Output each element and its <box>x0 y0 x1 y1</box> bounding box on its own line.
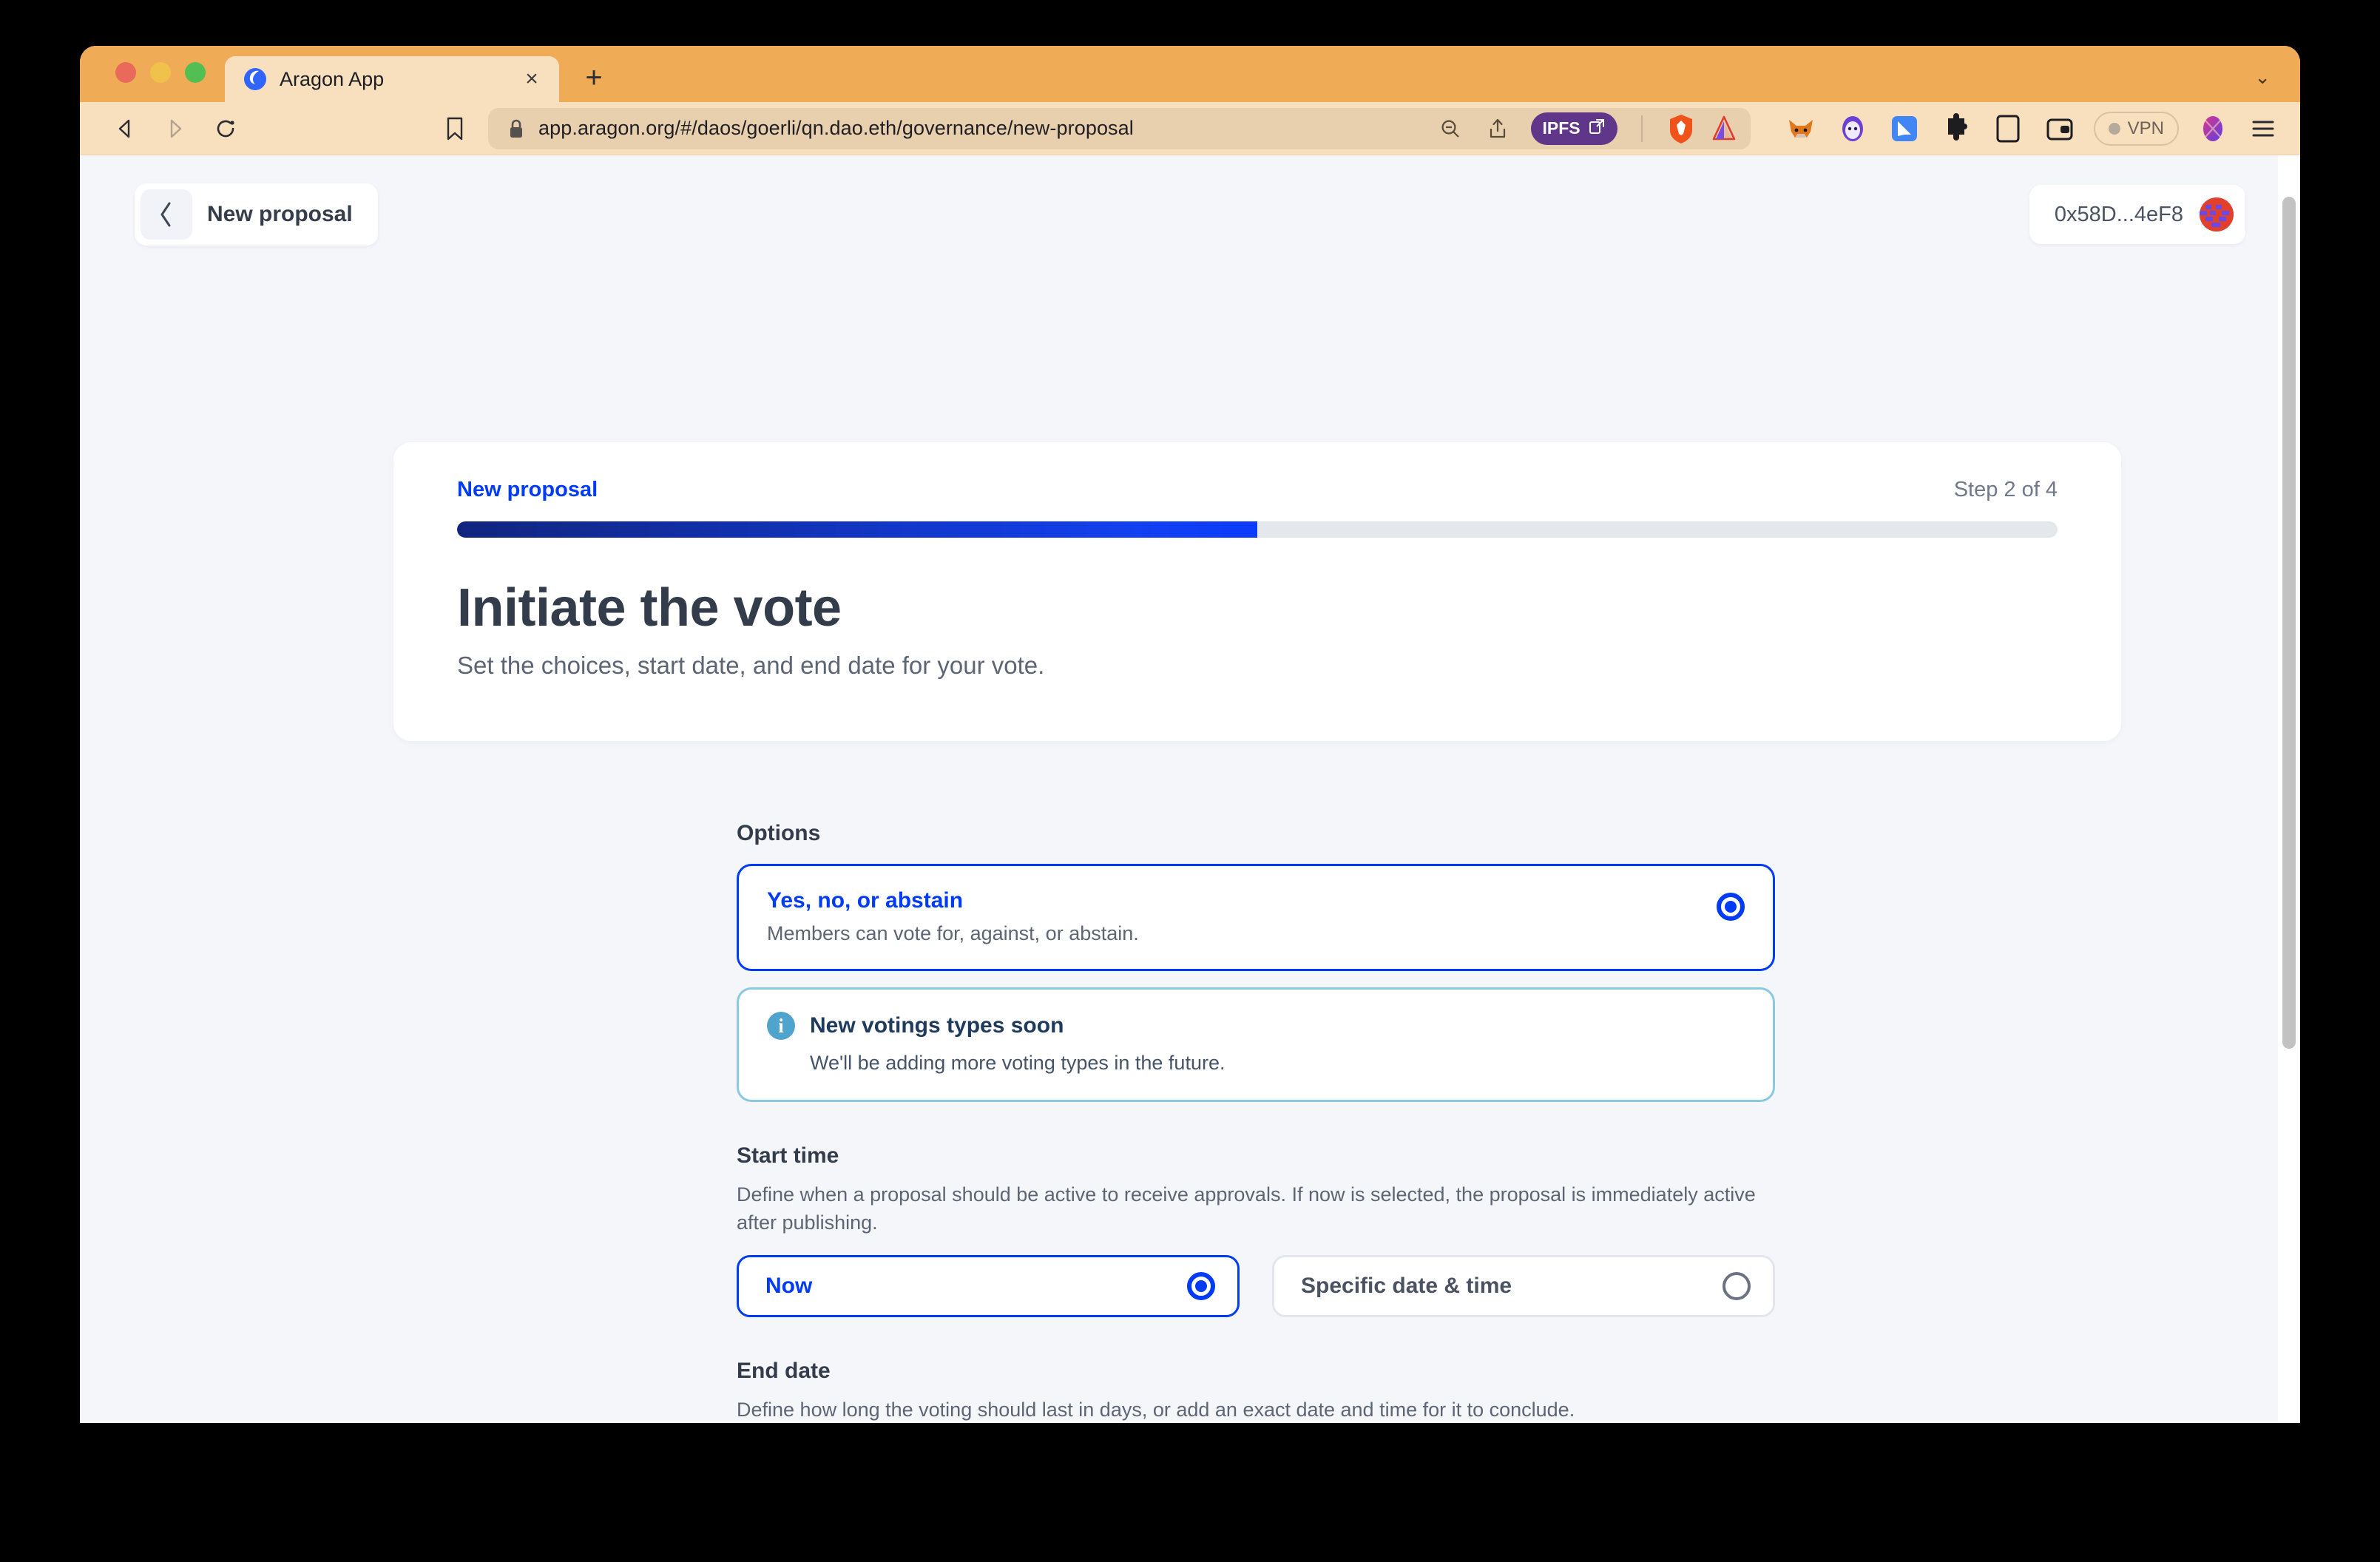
lock-icon <box>507 118 525 140</box>
external-link-icon <box>1588 118 1606 140</box>
wallet-blockie-avatar <box>2200 197 2234 231</box>
browser-extensions: VPN <box>1783 111 2279 146</box>
start-time-option-now[interactable]: Now <box>737 1254 1240 1317</box>
progress-bar-track <box>457 521 2058 538</box>
ipfs-label: IPFS <box>1542 118 1581 138</box>
start-time-specific-label: Specific date & time <box>1301 1273 1512 1298</box>
browser-tab-title: Aragon App <box>280 67 385 90</box>
app-header-bar: New proposal 0x58D...4eF8 <box>80 155 2300 274</box>
profile-avatar[interactable] <box>2195 111 2231 146</box>
start-time-now-radio[interactable] <box>1187 1271 1215 1300</box>
close-window-button[interactable] <box>115 62 136 83</box>
metamask-extension-icon[interactable] <box>1783 111 1819 146</box>
new-tab-button[interactable]: + <box>578 62 609 93</box>
start-time-section: Start time Define when a proposal should… <box>737 1143 1775 1317</box>
options-section: Options Yes, no, or abstain Members can … <box>737 821 1775 1102</box>
brave-rewards-icon[interactable] <box>1709 112 1739 145</box>
sidebar-toggle-icon[interactable] <box>1990 111 2026 146</box>
proposal-vote-form: Options Yes, no, or abstain Members can … <box>737 821 1775 1421</box>
page-scrollbar[interactable] <box>2278 155 2300 1421</box>
window-traffic-lights <box>80 62 225 102</box>
options-label: Options <box>737 821 821 845</box>
tab-strip: Aragon App × + ⌄ <box>80 46 2300 102</box>
page-subtitle: Set the choices, start date, and end dat… <box>457 652 1045 679</box>
url-text: app.aragon.org/#/daos/goerli/qn.dao.eth/… <box>538 117 1134 139</box>
start-time-option-specific[interactable]: Specific date & time <box>1272 1254 1775 1317</box>
url-bar[interactable]: app.aragon.org/#/daos/goerli/qn.dao.eth/… <box>488 107 1751 149</box>
page-viewport: New proposal 0x58D...4eF8 New proposal S… <box>80 155 2300 1421</box>
option-title: Yes, no, or abstain <box>767 888 964 913</box>
vpn-status-dot <box>2108 122 2120 135</box>
start-time-toggle-row: Now Specific date & time <box>737 1254 1775 1317</box>
start-time-help: Define when a proposal should be active … <box>737 1183 1756 1234</box>
end-date-help: Define how long the voting should last i… <box>737 1398 1575 1421</box>
alert-description: We'll be adding more voting types in the… <box>810 1052 1226 1074</box>
reload-button[interactable] <box>206 109 246 149</box>
wallet-card-icon[interactable] <box>2042 111 2078 146</box>
chevron-left-icon[interactable] <box>141 189 192 240</box>
puzzle-extensions-icon[interactable] <box>1938 111 1974 146</box>
new-voting-types-alert: i New votings types soon We'll be adding… <box>737 987 1775 1102</box>
aragon-logo-icon <box>243 67 268 92</box>
browser-toolbar: app.aragon.org/#/daos/goerli/qn.dao.eth/… <box>80 102 2300 155</box>
info-icon: i <box>767 1012 795 1040</box>
rabby-extension-icon[interactable] <box>1835 111 1870 146</box>
start-time-specific-radio[interactable] <box>1723 1271 1751 1300</box>
end-date-section: End date Define how long the voting shou… <box>737 1359 1775 1421</box>
option-radio-yes-no-abstain[interactable] <box>1717 893 1745 921</box>
step-counter: Step 2 of 4 <box>1953 478 2058 501</box>
brave-shield-icon[interactable] <box>1666 112 1696 145</box>
vpn-label: VPN <box>2127 118 2164 138</box>
back-nav-label: New proposal <box>207 202 353 226</box>
maximize-window-button[interactable] <box>185 62 206 83</box>
wallet-extension-icon[interactable] <box>1887 111 1922 146</box>
browser-window: Aragon App × + ⌄ app.aragon.org/#/daos/g… <box>80 46 2300 1423</box>
bookmark-icon[interactable] <box>438 112 472 146</box>
wizard-name: New proposal <box>457 478 598 501</box>
zoom-out-icon[interactable] <box>1433 112 1467 146</box>
forward-button[interactable] <box>155 109 195 149</box>
hamburger-menu-icon[interactable] <box>2247 112 2279 145</box>
progress-bar-fill <box>457 521 1257 538</box>
back-button[interactable] <box>105 109 145 149</box>
start-time-label: Start time <box>737 1143 839 1168</box>
vpn-toggle[interactable]: VPN <box>2093 111 2179 146</box>
option-description: Members can vote for, against, or abstai… <box>767 922 1139 944</box>
back-to-new-proposal-button[interactable]: New proposal <box>135 183 378 246</box>
toolbar-divider <box>1640 115 1643 142</box>
ipfs-badge[interactable]: IPFS <box>1530 112 1617 145</box>
step-header-card: New proposal Step 2 of 4 Initiate the vo… <box>393 442 2121 741</box>
alert-header: i New votings types soon <box>767 1012 1745 1040</box>
option-card-yes-no-abstain[interactable]: Yes, no, or abstain Members can vote for… <box>737 864 1775 971</box>
start-time-now-label: Now <box>765 1273 813 1298</box>
alert-title: New votings types soon <box>810 1013 1064 1038</box>
scrollbar-thumb[interactable] <box>2282 197 2296 1049</box>
end-date-label: End date <box>737 1358 831 1383</box>
close-icon[interactable]: × <box>519 67 544 92</box>
option-card-text: Yes, no, or abstain Members can vote for… <box>767 888 1702 945</box>
wallet-address: 0x58D...4eF8 <box>2054 202 2183 226</box>
wallet-badge[interactable]: 0x58D...4eF8 <box>2029 185 2245 244</box>
share-icon[interactable] <box>1481 112 1515 146</box>
chevron-down-icon[interactable]: ⌄ <box>2254 66 2271 89</box>
browser-tab-aragon-app[interactable]: Aragon App × <box>225 56 559 102</box>
minimize-window-button[interactable] <box>150 62 171 83</box>
step-header-row: New proposal Step 2 of 4 <box>457 478 2058 502</box>
page-title: Initiate the vote <box>457 578 842 638</box>
